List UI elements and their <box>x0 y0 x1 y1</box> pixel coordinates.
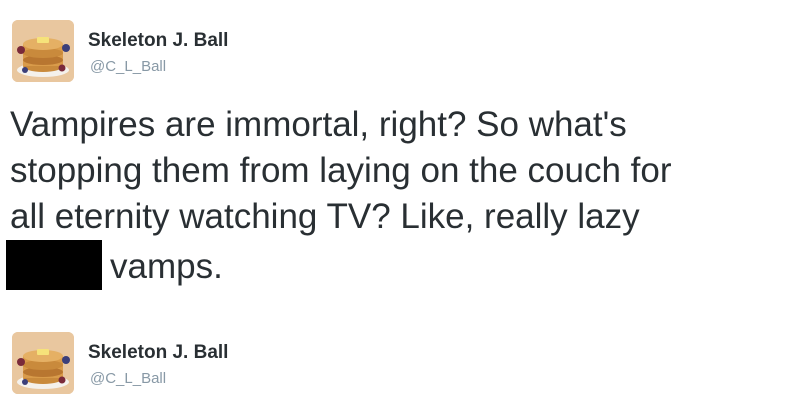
tweet-text-fragment: vamps. <box>110 247 223 286</box>
avatar[interactable] <box>12 20 74 82</box>
tweet-text-line: all eternity watching TV? Like, really l… <box>10 197 640 236</box>
pancake-stack-icon <box>12 332 74 394</box>
username-handle[interactable]: @C_L_Ball <box>90 370 166 387</box>
tweet-text: Vampires are immortal, right? So what's … <box>6 102 790 290</box>
display-name[interactable]: Skeleton J. Ball <box>88 30 228 52</box>
redaction-box <box>6 240 102 290</box>
username-handle[interactable]: @C_L_Ball <box>90 58 166 75</box>
display-name[interactable]: Skeleton J. Ball <box>88 342 228 364</box>
tweet-text-line: stopping them from laying on the couch f… <box>10 151 672 190</box>
avatar[interactable] <box>12 332 74 394</box>
tweet-text-line-last: vamps. <box>6 240 790 290</box>
pancake-stack-icon <box>12 20 74 82</box>
tweet-text-line: Vampires are immortal, right? So what's <box>10 105 627 144</box>
